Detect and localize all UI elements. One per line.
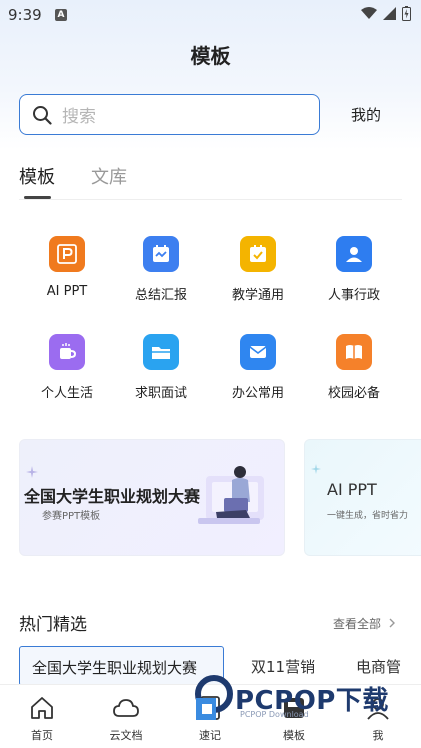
category-label: 个人生活 bbox=[40, 386, 93, 401]
category-label: 办公常用 bbox=[231, 386, 284, 401]
banner-ai-ppt[interactable]: AI PPT 一键生成，省时省力 bbox=[304, 439, 421, 556]
banner-career-contest[interactable]: 全国大学生职业规划大赛 参赛PPT模板 bbox=[19, 439, 285, 556]
pcpop-logo bbox=[195, 675, 233, 720]
student-laptop-illustration bbox=[198, 466, 264, 524]
category-teaching[interactable]: 教学通用 bbox=[213, 236, 303, 303]
home-icon bbox=[31, 697, 53, 719]
see-all-link[interactable]: 查看全部 bbox=[333, 615, 396, 632]
see-all-label: 查看全部 bbox=[333, 617, 382, 631]
nav-label: 模板 bbox=[283, 729, 305, 742]
category-campus[interactable]: 校园必备 bbox=[309, 334, 399, 401]
category-personal-life[interactable]: 个人生活 bbox=[22, 334, 112, 401]
category-summary-report[interactable]: 总结汇报 bbox=[116, 236, 206, 303]
tab-divider bbox=[19, 199, 402, 200]
banner-title: AI PPT bbox=[327, 480, 377, 499]
nav-cloud-docs[interactable]: 云文档 bbox=[91, 693, 161, 743]
tab-bar: 模板 文库 bbox=[19, 163, 127, 189]
person-card-icon bbox=[336, 236, 372, 272]
category-office[interactable]: 办公常用 bbox=[213, 334, 303, 401]
signal-icon bbox=[383, 7, 396, 20]
page-title: 模板 bbox=[190, 44, 231, 68]
mine-button[interactable]: 我的 bbox=[351, 104, 381, 125]
category-label: 教学通用 bbox=[231, 288, 284, 303]
category-label: AI PPT bbox=[46, 284, 88, 299]
nav-label: 速记 bbox=[199, 729, 221, 742]
folder-icon bbox=[143, 334, 179, 370]
watermark-subtext: PCPOP Download bbox=[240, 710, 309, 719]
search-placeholder: 搜索 bbox=[62, 107, 96, 127]
notification-badge: A bbox=[55, 9, 67, 21]
nav-label: 首页 bbox=[31, 729, 53, 742]
mail-icon bbox=[240, 334, 276, 370]
nav-home[interactable]: 首页 bbox=[7, 693, 77, 743]
ppt-icon bbox=[49, 236, 85, 272]
search-input[interactable]: 搜索 bbox=[19, 94, 320, 135]
chevron-right-icon bbox=[389, 618, 395, 628]
tab-templates[interactable]: 模板 bbox=[19, 163, 55, 189]
hot-section-title: 热门精选 bbox=[19, 615, 87, 635]
nav-label: 云文档 bbox=[109, 729, 143, 742]
tab-library[interactable]: 文库 bbox=[91, 163, 127, 189]
book-icon bbox=[336, 334, 372, 370]
battery-icon bbox=[402, 6, 411, 21]
category-label: 总结汇报 bbox=[134, 288, 187, 303]
banner-subtitle: 一键生成，省时省力 bbox=[327, 511, 409, 521]
search-icon bbox=[33, 105, 52, 125]
cloud-icon bbox=[113, 699, 139, 717]
banner-title: 全国大学生职业规划大赛 bbox=[24, 487, 201, 506]
calendar-chart-icon bbox=[143, 236, 179, 272]
status-bar: 9:39 A bbox=[0, 0, 421, 30]
category-job-interview[interactable]: 求职面试 bbox=[116, 334, 206, 401]
cup-icon bbox=[49, 334, 85, 370]
wifi-icon bbox=[361, 7, 377, 19]
category-ai-ppt[interactable]: AI PPT bbox=[22, 236, 112, 299]
status-time: 9:39 bbox=[8, 6, 42, 24]
banner-subtitle: 参赛PPT模板 bbox=[42, 511, 101, 522]
category-label: 人事行政 bbox=[327, 288, 380, 303]
nav-label: 我 bbox=[372, 729, 384, 742]
category-label: 求职面试 bbox=[134, 386, 187, 401]
checklist-icon bbox=[240, 236, 276, 272]
category-label: 校园必备 bbox=[327, 386, 380, 401]
category-hr-admin[interactable]: 人事行政 bbox=[309, 236, 399, 303]
sparkle-icon bbox=[26, 466, 38, 478]
sparkle-icon bbox=[311, 464, 321, 474]
pcpop-watermark: PCPOP下载 PCPOP Download bbox=[190, 670, 405, 725]
